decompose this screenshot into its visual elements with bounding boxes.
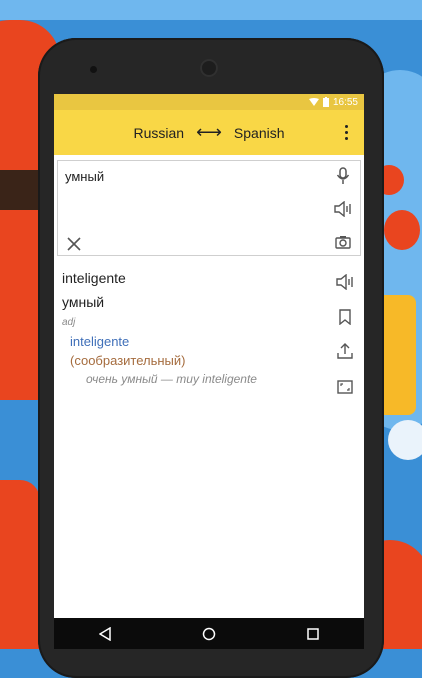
clear-icon[interactable] xyxy=(63,233,85,255)
translation-results: inteligente умный adj inteligente (сообр… xyxy=(62,270,322,386)
language-switcher: Russian ⟷ Spanish xyxy=(134,122,285,143)
status-time: 16:55 xyxy=(332,96,358,108)
example-text: очень умный — muy inteligente xyxy=(86,372,257,386)
speaker-icon[interactable] xyxy=(332,198,354,220)
synonym-text: (сообразительный) xyxy=(70,353,186,368)
share-icon[interactable] xyxy=(334,340,356,362)
source-word: умный xyxy=(62,294,105,310)
earpiece xyxy=(200,59,218,77)
mic-icon[interactable] xyxy=(332,165,354,187)
result-speaker-icon[interactable] xyxy=(334,271,356,293)
fullscreen-icon[interactable] xyxy=(334,376,356,398)
home-icon[interactable] xyxy=(202,627,216,641)
main-translation: inteligente xyxy=(62,270,126,286)
translation-link[interactable]: inteligente xyxy=(70,334,322,349)
camera-icon[interactable] xyxy=(332,231,354,253)
recents-icon[interactable] xyxy=(306,627,319,640)
bookmark-icon[interactable] xyxy=(334,306,356,328)
target-language-button[interactable]: Spanish xyxy=(234,125,285,141)
app-toolbar: Russian ⟷ Spanish xyxy=(54,110,364,155)
battery-icon xyxy=(322,97,329,107)
front-camera-icon xyxy=(90,66,97,73)
translation-input-box[interactable]: умный xyxy=(57,160,361,256)
app-screen: 16:55 Russian ⟷ Spanish умный inteligent… xyxy=(54,94,364,649)
back-icon[interactable] xyxy=(99,626,112,641)
overflow-menu-icon[interactable] xyxy=(336,120,356,144)
wifi-icon xyxy=(308,98,319,106)
part-of-speech: adj xyxy=(62,317,76,328)
android-navigation-bar xyxy=(54,618,364,649)
status-bar: 16:55 xyxy=(54,94,364,110)
source-language-button[interactable]: Russian xyxy=(134,125,185,141)
swap-languages-icon[interactable]: ⟷ xyxy=(196,122,222,143)
input-text[interactable]: умный xyxy=(65,169,104,184)
